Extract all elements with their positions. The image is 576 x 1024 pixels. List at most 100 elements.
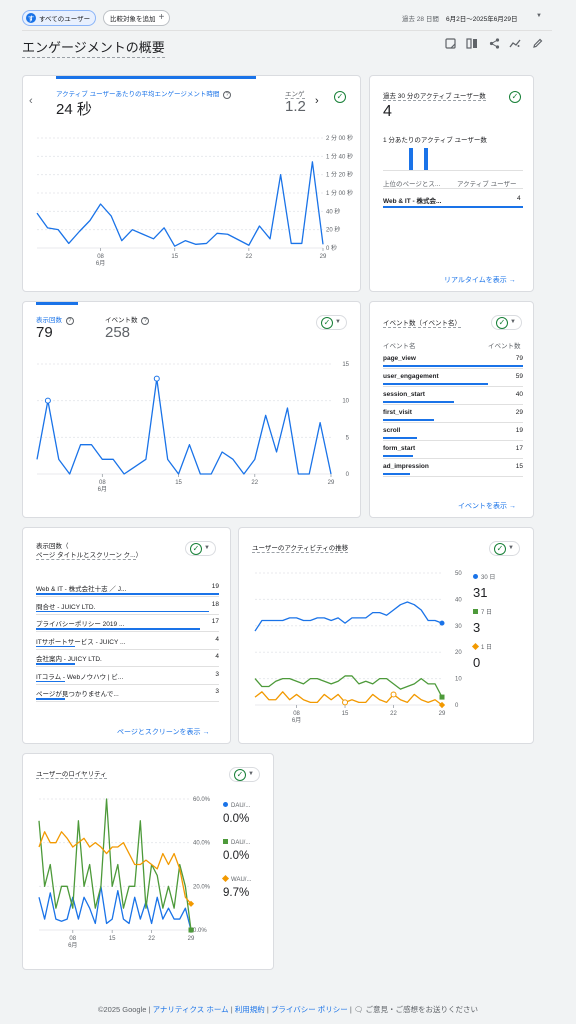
legend-item[interactable]: 1 日0 (471, 636, 533, 670)
legend-item[interactable]: 30 日 31 (473, 566, 533, 600)
legend-value: 0.0% (223, 850, 250, 862)
legend-item[interactable]: 7 日3 (473, 601, 533, 635)
views-chart: 15 10 5 0 08 15 22 29 6月 (36, 362, 350, 493)
page-row[interactable]: Web & IT - 株式会社十志 ／ J... 19 (36, 583, 219, 600)
row-divider (36, 666, 219, 667)
page-row[interactable]: 問合せ - JUICY LTD. 18 (36, 601, 219, 618)
compare-status-dropdown[interactable]: ✓ ▼ (491, 315, 522, 330)
compare-chip[interactable]: 比較対象を追加 + (103, 10, 171, 26)
page-row[interactable]: 会社案内 - JUICY LTD. 4 (36, 653, 219, 670)
terms-link[interactable]: 利用規約 (235, 1005, 265, 1014)
series-line (254, 601, 443, 632)
page-bar (36, 680, 65, 682)
event-name: scroll (383, 427, 401, 434)
event-row[interactable]: user_engagement 59 (383, 373, 523, 391)
event-row[interactable]: ad_impression 15 (383, 463, 523, 481)
y-tick-label: 40.0% (193, 841, 211, 847)
pages-title: 表示回数（ ページ タイトルとスクリーン ク...） (36, 543, 143, 560)
segment-chip-all-users[interactable]: す すべてのユーザー (22, 10, 97, 26)
legend-label: DAU/... (231, 840, 251, 846)
page-row[interactable]: ITコラム - Webノウハウ | ビ... 3 (36, 671, 219, 688)
page-bar (36, 663, 75, 665)
share-icon[interactable] (487, 38, 501, 52)
feedback-link[interactable]: ご意見・ご感想をお送りください (366, 1005, 479, 1014)
y-tick-label: 0 (346, 472, 350, 478)
realtime-title: 過去 30 分のアクティブ ユーザー数 (383, 90, 486, 101)
loyalty-chart: 60.0% 40.0% 20.0% 0.0% 08 15 22 29 6月 (38, 797, 211, 949)
y-tick-label: 1 分 20 秒 (326, 171, 353, 179)
event-name: form_start (383, 445, 416, 452)
engagement-time-chart: 2 分 00 秒 1 分 40 秒 1 分 20 秒 1 分 00 秒 40 秒 20 秒… (36, 134, 353, 267)
event-row[interactable]: page_view 79 (383, 355, 523, 373)
y-tick-label: 15 (342, 362, 349, 368)
page-row[interactable]: プライバシーポリシー 2019 ... 17 (36, 618, 219, 635)
row-divider (36, 701, 219, 702)
event-row[interactable]: scroll 19 (383, 427, 523, 445)
insights-icon[interactable] (508, 38, 522, 52)
realtime-value: 4 (383, 103, 392, 120)
legend-marker (223, 839, 228, 844)
event-row[interactable]: first_visit 29 (383, 409, 523, 427)
page-row[interactable]: ITサポートサービス - JUICY ... 4 (36, 636, 219, 653)
y-tick-label: 20.0% (193, 884, 211, 890)
legend-value: 0.0% (223, 813, 250, 825)
y-tick-label: 1 分 40 秒 (326, 152, 353, 160)
compare-status-dropdown[interactable]: ✓ ▼ (185, 541, 216, 556)
series-end-marker (439, 620, 445, 626)
legend-marker (471, 642, 480, 651)
legend-item[interactable]: WAU/... 9.7% (221, 868, 283, 899)
page-views: 17 (211, 618, 219, 625)
legend-marker (473, 609, 478, 614)
edit-icon[interactable] (530, 38, 544, 52)
legend-marker (221, 874, 230, 883)
legend-value: 9.7% (223, 887, 250, 899)
event-count: 15 (515, 463, 523, 470)
date-prefix: 過去 28 日間 (402, 16, 439, 23)
x-tick-label: 15 (342, 711, 349, 717)
x-tick-label: 15 (171, 254, 178, 260)
privacy-link[interactable]: プライバシー ポリシー (271, 1005, 348, 1014)
date-dropdown-icon[interactable]: ▼ (536, 13, 542, 19)
x-tick-label: 22 (246, 254, 253, 260)
x-tick-label: 22 (390, 711, 397, 717)
view-realtime-link[interactable]: リアルタイムを表示 → (444, 275, 516, 285)
check-circle-icon[interactable]: ✓ (509, 91, 521, 103)
event-col-count: イベント数 (488, 343, 521, 350)
page-bar (36, 593, 219, 595)
data-point (342, 699, 349, 706)
row-divider (36, 683, 219, 685)
row-divider (383, 476, 523, 477)
x-tick-label: 29 (439, 711, 446, 717)
series-line (36, 378, 332, 475)
analytics-home-link[interactable]: アナリティクス ホーム (153, 1005, 229, 1014)
row-divider (36, 648, 219, 650)
event-row[interactable]: session_start 40 (383, 391, 523, 409)
y-tick-label: 5 (346, 435, 350, 441)
x-tick-label: 29 (320, 254, 327, 260)
check-circle-icon: ✓ (190, 543, 202, 555)
legend-item[interactable]: DAU/... 0.0% (223, 794, 283, 825)
row-divider (383, 404, 523, 405)
data-point (390, 691, 397, 698)
per-minute-label: 1 分あたりのアクティブ ユーザー数 (383, 137, 487, 144)
view-pages-link[interactable]: ページとスクリーンを表示 → (117, 727, 209, 737)
date-range[interactable]: 6月2日～2025年6月29日 (446, 13, 518, 23)
event-name: session_start (383, 391, 425, 398)
x-tick-label: 22 (251, 480, 258, 486)
page-name: 会社案内 - JUICY LTD. (36, 656, 102, 663)
note-icon[interactable] (443, 38, 457, 52)
event-count-title: イベント数（イベント名） (383, 317, 461, 328)
event-bar (383, 383, 488, 385)
event-count: 79 (515, 355, 523, 362)
legend-item[interactable]: DAU/... 0.0% (223, 831, 283, 862)
compare-view-icon[interactable] (465, 38, 479, 52)
event-row[interactable]: form_start 17 (383, 445, 523, 463)
page-row[interactable]: ページが見つかりませんで... 3 (36, 688, 219, 705)
row-divider (36, 613, 219, 615)
y-tick-label: 20 (455, 650, 462, 656)
row-divider (383, 458, 523, 459)
y-tick-label: 30 (455, 624, 462, 630)
view-events-link[interactable]: イベントを表示 → (458, 501, 516, 511)
x-tick-label: 29 (188, 936, 195, 942)
feedback-icon[interactable]: 🗨 (354, 1005, 364, 1014)
